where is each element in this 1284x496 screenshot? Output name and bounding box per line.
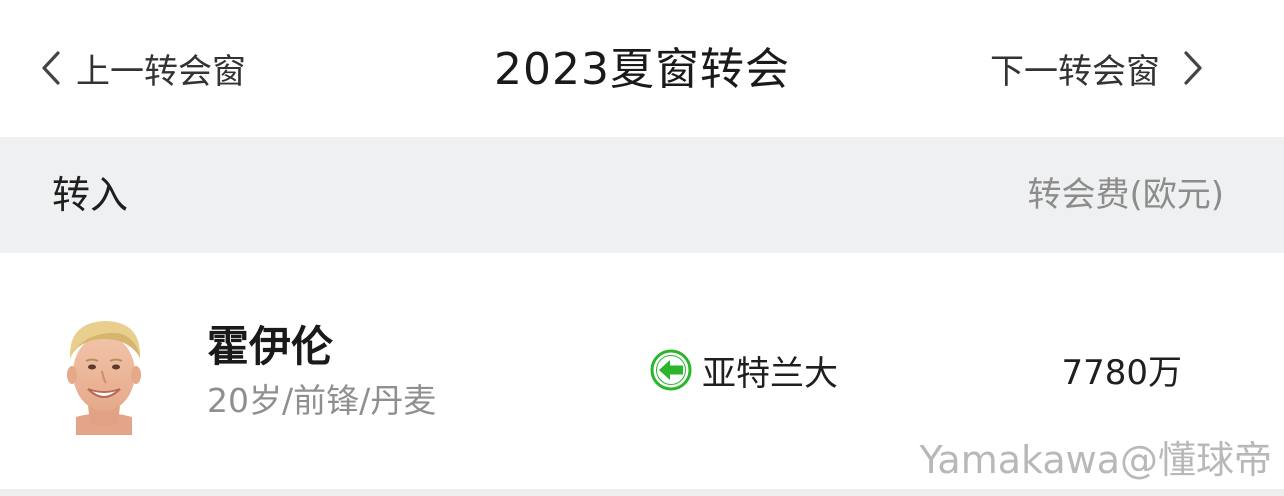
chevron-left-icon — [40, 50, 62, 86]
section-title: 转入 — [52, 173, 129, 217]
next-window-button[interactable]: 下一转会窗 — [990, 42, 1204, 94]
previous-window-button[interactable]: 上一转会窗 — [40, 42, 246, 94]
chevron-right-icon — [1182, 50, 1204, 86]
player-avatar — [58, 313, 150, 435]
transfer-window-nav: 上一转会窗 2023夏窗转会 下一转会窗 — [0, 0, 1284, 137]
player-name: 霍伊伦 — [207, 322, 334, 371]
player-info: 20岁/前锋/丹麦 — [207, 381, 437, 420]
fee-column-header: 转会费(欧元) — [1027, 175, 1224, 215]
from-club[interactable]: 亚特兰大 — [650, 349, 838, 394]
divider — [0, 489, 1284, 496]
next-window-label: 下一转会窗 — [990, 51, 1160, 92]
transfers-in-section-header: 转入 转会费(欧元) — [0, 137, 1284, 253]
green-left-arrow-icon — [650, 349, 692, 391]
previous-window-label: 上一转会窗 — [76, 51, 246, 92]
club-name: 亚特兰大 — [702, 353, 838, 394]
transfer-fee: 7780万 — [1061, 353, 1182, 393]
watermark: Yamakawa@懂球帝 — [919, 438, 1272, 482]
